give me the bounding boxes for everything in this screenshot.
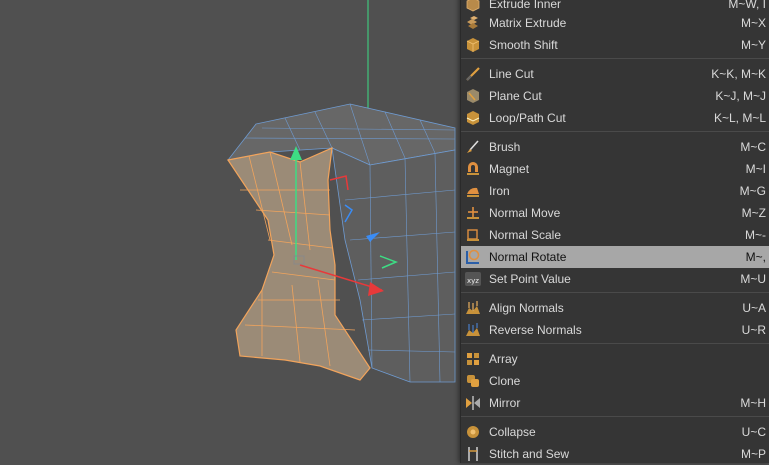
menu-item-label: Array (489, 352, 518, 366)
menu-item-label: Normal Scale (489, 228, 562, 242)
menu-item-label: Iron (489, 184, 510, 198)
menu-item-normal-move[interactable]: Normal Move M~Z (461, 202, 769, 224)
menu-item-label: Normal Move (489, 206, 561, 220)
menu-item-shortcut: M~, (745, 250, 766, 264)
menu-item-label: Set Point Value (489, 272, 571, 286)
menu-item-label: Loop/Path Cut (489, 111, 566, 125)
menu-item-shortcut: M~- (745, 228, 766, 242)
menu-item-reverse-normals[interactable]: Reverse Normals U~R (461, 319, 769, 341)
menu-item-shortcut: M~X (740, 16, 766, 30)
menu-item-shortcut: K~K, M~K (711, 67, 766, 81)
menu-item-plane-cut[interactable]: Plane Cut K~J, M~J (461, 85, 769, 107)
menu-item-stitch-and-sew[interactable]: Stitch and Sew M~P (461, 443, 769, 465)
menu-item-shortcut: K~J, M~J (715, 89, 766, 103)
menu-item-shortcut: M~P (740, 447, 766, 461)
stitch-and-sew-icon (468, 447, 478, 461)
xyz-badge-text: xyz (467, 277, 479, 285)
menu-item-label: Normal Rotate (489, 250, 567, 264)
menu-item-shortcut: U~A (742, 301, 766, 315)
menu-item-label: Matrix Extrude (489, 16, 567, 30)
menu-item-shortcut: M~Y (740, 38, 766, 52)
plane-cut-icon (467, 89, 479, 103)
menu-item-line-cut[interactable]: Line Cut K~K, M~K (461, 63, 769, 85)
array-icon (467, 353, 479, 365)
menu-item-label: Clone (489, 374, 521, 388)
menu-item-label: Line Cut (489, 67, 534, 81)
set-point-value-icon: xyz (465, 272, 481, 286)
menu-item-loop-path-cut[interactable]: Loop/Path Cut K~L, M~L (461, 107, 769, 129)
menu-item-shortcut: M~G (739, 184, 766, 198)
mesh-tools-menu: Extrude Inner M~W, I Matrix Extrude M~X … (460, 0, 769, 463)
menu-item-set-point-value[interactable]: xyz Set Point Value M~U (461, 268, 769, 290)
menu-item-array[interactable]: Array (461, 348, 769, 370)
menu-item-label: Reverse Normals (489, 323, 582, 337)
normal-move-icon (467, 207, 479, 219)
menu-separator (461, 292, 769, 293)
loop-path-cut-icon (466, 111, 480, 125)
menu-item-shortcut: U~R (741, 323, 766, 337)
brush-icon (467, 140, 479, 153)
normal-scale-icon (467, 229, 479, 241)
menu-item-normal-rotate[interactable]: Normal Rotate M~, (461, 246, 769, 268)
line-cut-icon (466, 67, 480, 81)
smooth-shift-icon (466, 38, 480, 52)
menu-item-mirror[interactable]: Mirror M~H (461, 392, 769, 414)
iron-icon (467, 187, 479, 197)
menu-item-shortcut: M~Z (741, 206, 766, 220)
menu-item-shortcut: U~C (741, 425, 766, 439)
menu-item-shortcut: M~I (745, 162, 766, 176)
menu-item-clone[interactable]: Clone (461, 370, 769, 392)
menu-item-label: Smooth Shift (489, 38, 558, 52)
magnet-icon (467, 162, 479, 175)
menu-item-shortcut: M~H (740, 396, 766, 410)
reverse-normals-icon (466, 323, 480, 336)
menu-item-label: Mirror (489, 396, 521, 410)
menu-separator (461, 131, 769, 132)
menu-item-shortcut: M~U (740, 272, 766, 286)
menu-item-shortcut: K~L, M~L (713, 111, 766, 125)
menu-item-label: Magnet (489, 162, 530, 176)
menu-item-magnet[interactable]: Magnet M~I (461, 158, 769, 180)
collapse-icon (467, 426, 479, 438)
align-normals-icon (466, 301, 480, 314)
menu-separator (461, 58, 769, 59)
clone-icon (467, 375, 479, 387)
menu-item-collapse[interactable]: Collapse U~C (461, 421, 769, 443)
menu-item-smooth-shift[interactable]: Smooth Shift M~Y (461, 34, 769, 56)
matrix-extrude-icon (467, 16, 478, 29)
menu-item-normal-scale[interactable]: Normal Scale M~- (461, 224, 769, 246)
menu-separator (461, 343, 769, 344)
menu-item-shortcut: M~C (740, 140, 766, 154)
menu-item-shortcut: M~W, I (728, 0, 766, 11)
menu-item-brush[interactable]: Brush M~C (461, 136, 769, 158)
menu-item-label: Extrude Inner (489, 0, 562, 11)
menu-item-label: Plane Cut (489, 89, 542, 103)
menu-item-label: Collapse (489, 425, 536, 439)
normal-rotate-icon (466, 249, 480, 264)
menu-item-align-normals[interactable]: Align Normals U~A (461, 297, 769, 319)
menu-separator (461, 416, 769, 417)
menu-item-label: Brush (489, 140, 521, 154)
mirror-icon (466, 396, 480, 410)
menu-item-iron[interactable]: Iron M~G (461, 180, 769, 202)
menu-item-matrix-extrude[interactable]: Matrix Extrude M~X (461, 12, 769, 34)
menu-item-label: Align Normals (489, 301, 564, 315)
menu-item-label: Stitch and Sew (489, 447, 570, 461)
